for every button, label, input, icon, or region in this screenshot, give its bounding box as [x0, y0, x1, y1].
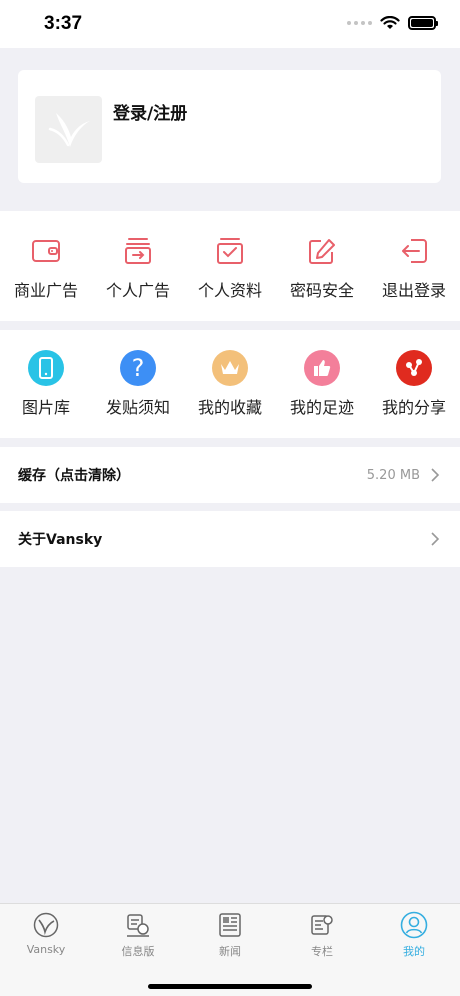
tab-news[interactable]: 新闻: [184, 904, 276, 966]
menu-label: 退出登录: [381, 281, 446, 300]
menu-label: 个人资料: [197, 281, 262, 300]
account-menu: 商业广告 个人广告 个人资料 密码安全 退出登录: [0, 211, 460, 321]
about-row[interactable]: 关于Vansky: [0, 511, 460, 567]
my-favorites-button[interactable]: 我的收藏: [184, 330, 276, 438]
menu-label: 个人广告: [105, 281, 170, 300]
chevron-right-icon: [431, 532, 440, 546]
profile-info-button[interactable]: 个人资料: [184, 211, 276, 321]
home-indicator[interactable]: [148, 984, 312, 989]
status-time: 3:37: [44, 13, 83, 34]
my-shares-button[interactable]: 我的分享: [368, 330, 460, 438]
status-bar: 3:37: [0, 0, 460, 48]
feature-menu: 图片库 ? 发贴须知 我的收藏 我的足迹 我的分享: [0, 330, 460, 438]
thumbs-up-icon: [304, 350, 340, 386]
crown-icon: [212, 350, 248, 386]
tab-label: 信息版: [121, 945, 155, 958]
share-icon: [396, 350, 432, 386]
info-board-icon: [124, 911, 152, 939]
image-library-button[interactable]: 图片库: [0, 330, 92, 438]
vansky-logo-icon: [32, 911, 60, 939]
login-register-link[interactable]: 登录/注册: [113, 99, 187, 124]
battery-icon: [408, 16, 438, 30]
vansky-logo-icon: [48, 112, 90, 147]
tab-column[interactable]: 专栏: [276, 904, 368, 966]
tab-mine[interactable]: 我的: [368, 904, 460, 966]
profile-icon: [400, 911, 428, 939]
business-ads-button[interactable]: 商业广告: [0, 211, 92, 321]
tab-vansky[interactable]: Vansky: [0, 904, 92, 966]
tab-label: Vansky: [26, 943, 66, 956]
cache-title: 缓存（点击清除）: [18, 468, 130, 484]
menu-label: 商业广告: [13, 281, 78, 300]
menu-label: 我的收藏: [197, 398, 262, 417]
tab-label: 我的: [403, 945, 425, 958]
menu-label: 发贴须知: [105, 398, 170, 417]
profile-card[interactable]: 登录/注册: [18, 70, 441, 183]
wallet-icon: [28, 233, 64, 269]
status-indicators: [347, 16, 438, 30]
wifi-icon: [380, 16, 400, 29]
avatar[interactable]: [35, 96, 102, 163]
menu-label: 密码安全: [289, 281, 354, 300]
column-icon: [308, 911, 336, 939]
tab-bar: Vansky 信息版 新闻 专栏 我的: [0, 903, 460, 996]
menu-label: 我的分享: [381, 398, 446, 417]
question-icon: ?: [120, 350, 156, 386]
personal-ads-button[interactable]: 个人广告: [92, 211, 184, 321]
logout-icon: [396, 233, 432, 269]
clear-cache-row[interactable]: 缓存（点击清除） 5.20 MB: [0, 447, 460, 503]
about-title: 关于Vansky: [18, 532, 103, 548]
my-footprints-button[interactable]: 我的足迹: [276, 330, 368, 438]
box-check-icon: [212, 233, 248, 269]
tab-label: 专栏: [311, 945, 333, 958]
newspaper-icon: [216, 911, 244, 939]
menu-label: 图片库: [21, 398, 70, 417]
phone-icon: [28, 350, 64, 386]
tab-label: 新闻: [219, 945, 241, 958]
posting-rules-button[interactable]: ? 发贴须知: [92, 330, 184, 438]
password-security-button[interactable]: 密码安全: [276, 211, 368, 321]
box-arrow-icon: [120, 233, 156, 269]
logout-button[interactable]: 退出登录: [368, 211, 460, 321]
menu-label: 我的足迹: [289, 398, 354, 417]
tab-info-board[interactable]: 信息版: [92, 904, 184, 966]
pencil-icon: [304, 233, 340, 269]
chevron-right-icon: [431, 468, 440, 482]
cache-size: 5.20 MB: [366, 467, 420, 483]
cellular-signal-icon: [347, 21, 372, 25]
